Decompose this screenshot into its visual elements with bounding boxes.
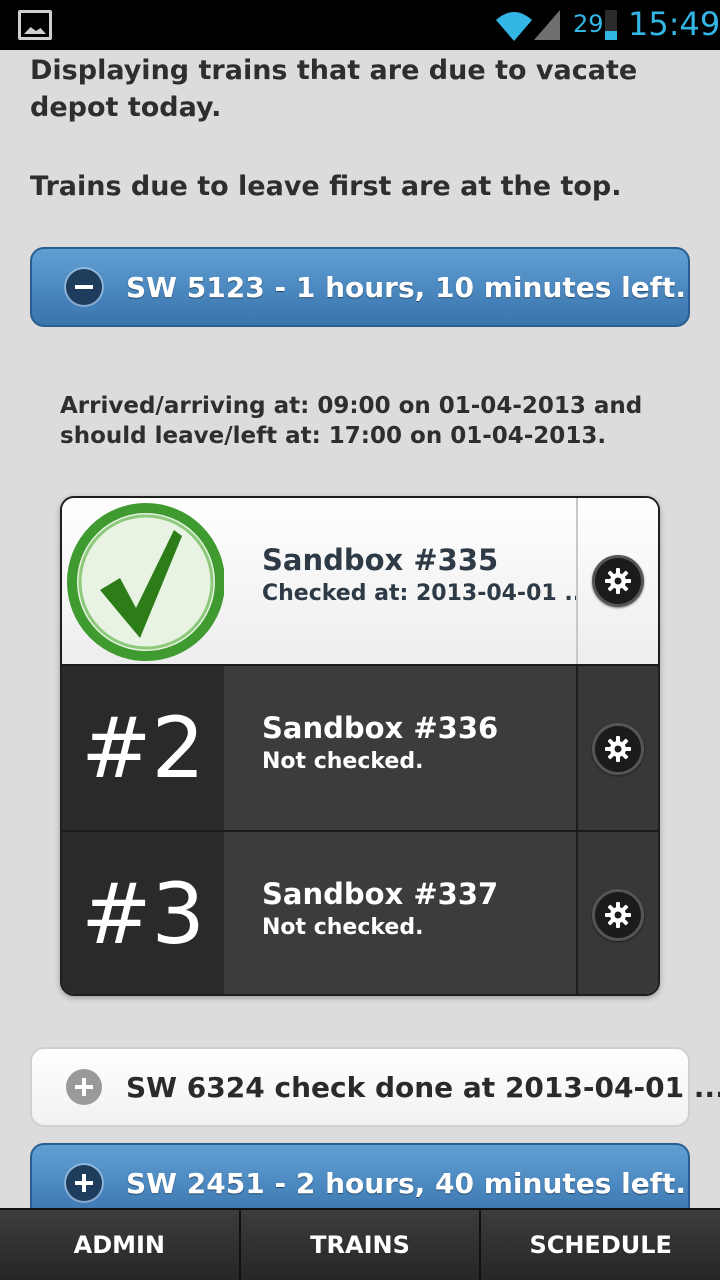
nav-admin-button[interactable]: ADMIN — [0, 1210, 241, 1280]
list-item[interactable]: Sandbox #335 Checked at: 2013-04-01 ... — [62, 498, 658, 664]
signal-icon — [534, 10, 560, 40]
list-item-subtitle: Not checked. — [262, 749, 424, 774]
minus-icon — [66, 269, 102, 305]
train-collapsible-header[interactable]: SW 6324 check done at 2013-04-01 ... — [30, 1047, 720, 1127]
wifi-icon — [496, 12, 532, 41]
number-thumbnail: #2 — [62, 666, 224, 830]
thumbnail-number: #2 — [81, 699, 205, 797]
list-item[interactable]: #3 Sandbox #337 Not checked. — [62, 830, 658, 994]
thumbnail-number: #3 — [81, 865, 205, 963]
bottom-nav: ADMIN TRAINS SCHEDULE — [0, 1208, 720, 1280]
train-title: SW 2451 - 2 hours, 40 minutes left. — [126, 1166, 686, 1200]
split-button[interactable] — [576, 498, 658, 664]
checked-thumbnail — [62, 498, 225, 662]
plus-icon — [66, 1165, 102, 1201]
check-list: Sandbox #335 Checked at: 2013-04-01 ... — [60, 496, 660, 996]
gallery-notification-icon — [18, 10, 52, 40]
split-button[interactable] — [576, 666, 658, 832]
intro-text: Displaying trains that are due to vacate… — [30, 55, 638, 123]
list-item-text: Sandbox #336 Not checked. — [262, 710, 562, 778]
list-item-text: Sandbox #337 Not checked. — [262, 876, 562, 944]
split-button[interactable] — [576, 832, 658, 994]
clock: 15:49 — [628, 5, 720, 43]
intro-subtext: Trains due to leave first are at the top… — [30, 171, 622, 202]
list-item-subtitle: Checked at: 2013-04-01 ... — [262, 581, 590, 606]
arrival-info: Arrived/arriving at: 09:00 on 01-04-2013… — [60, 393, 643, 449]
battery-level: 29 — [573, 10, 604, 38]
list-item-text: Sandbox #335 Checked at: 2013-04-01 ... — [262, 542, 590, 610]
checkmark-icon — [67, 503, 225, 661]
gear-icon[interactable] — [592, 889, 644, 941]
list-item[interactable]: #2 Sandbox #336 Not checked. — [62, 664, 658, 832]
gear-icon[interactable] — [592, 723, 644, 775]
list-item-subtitle: Not checked. — [262, 915, 424, 940]
gear-icon[interactable] — [592, 555, 644, 607]
plus-icon — [66, 1069, 102, 1105]
number-thumbnail: #3 — [62, 832, 224, 994]
list-item-title: Sandbox #336 — [262, 711, 499, 745]
train-collapsible-header[interactable]: SW 5123 - 1 hours, 10 minutes left. — [30, 247, 690, 327]
status-bar: 29 15:49 — [0, 0, 720, 50]
nav-trains-button[interactable]: TRAINS — [240, 1210, 482, 1280]
nav-schedule-button[interactable]: SCHEDULE — [481, 1210, 720, 1280]
list-item-title: Sandbox #335 — [262, 543, 499, 577]
battery-icon — [605, 10, 617, 40]
train-title: SW 6324 check done at 2013-04-01 ... — [126, 1070, 720, 1104]
list-item-title: Sandbox #337 — [262, 877, 499, 911]
train-title: SW 5123 - 1 hours, 10 minutes left. — [126, 270, 686, 304]
